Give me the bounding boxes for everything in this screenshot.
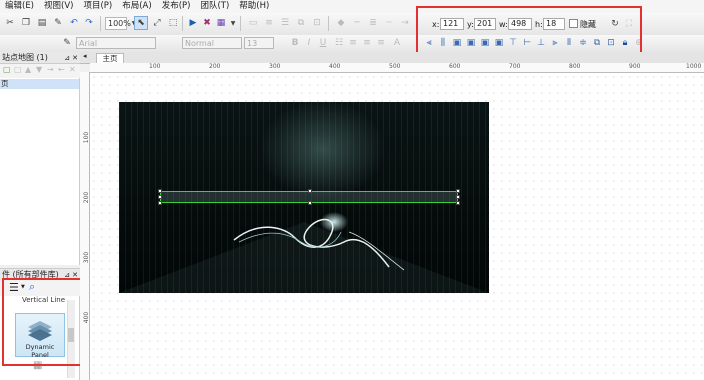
add-folder-icon[interactable]: ▢: [14, 65, 22, 74]
sitemap-tree: [0, 78, 80, 265]
sitemap-panel-header: 站点地图 (1) ⊿ ✕: [0, 52, 80, 64]
line-color-icon[interactable]: ─: [350, 16, 364, 30]
outdent-icon[interactable]: ←: [58, 65, 65, 74]
move-up-icon[interactable]: ▲: [25, 65, 31, 74]
menu-help[interactable]: 帮助(H): [234, 0, 274, 13]
font-style-select[interactable]: Normal: [182, 37, 242, 49]
resize-handle[interactable]: [158, 201, 162, 205]
line-width-icon[interactable]: ≣: [366, 16, 380, 30]
align-left-icon[interactable]: ≡: [262, 16, 276, 30]
move-down-icon[interactable]: ▼: [36, 65, 42, 74]
resize-handle[interactable]: [308, 201, 312, 205]
arrow-style-icon[interactable]: →: [398, 16, 412, 30]
page-label: 页: [1, 79, 9, 88]
delete-page-icon[interactable]: ✕: [69, 65, 76, 74]
cut-icon[interactable]: ✂: [3, 16, 17, 30]
close-icon[interactable]: ✕: [72, 52, 78, 64]
paste-icon[interactable]: ▤: [35, 16, 49, 30]
chevron-down-icon[interactable]: ▼: [226, 16, 240, 30]
style-editor-icon[interactable]: ✎: [60, 36, 74, 50]
menu-project[interactable]: 项目(P): [78, 0, 117, 13]
fill-color-icon[interactable]: ◆: [334, 16, 348, 30]
menu-team[interactable]: 团队(T): [195, 0, 234, 13]
resize-handle[interactable]: [456, 189, 460, 193]
copy-icon[interactable]: ❐: [19, 16, 33, 30]
tab-home[interactable]: 主页: [96, 53, 124, 63]
share-icon[interactable]: ✖: [200, 16, 214, 30]
menu-arrange[interactable]: 布局(A): [117, 0, 156, 13]
resize-handle[interactable]: [158, 189, 162, 193]
group-icon[interactable]: ⧉: [294, 16, 308, 30]
line-style-icon[interactable]: ┄: [382, 16, 396, 30]
layout-icon[interactable]: ▭: [246, 16, 260, 30]
preview-icon[interactable]: ▶: [186, 16, 200, 30]
crop-mode-icon[interactable]: ⬚: [166, 16, 180, 30]
font-family-select[interactable]: Arial: [76, 37, 156, 49]
left-ruler: 100 200 300 400: [80, 72, 90, 380]
sitemap-toolbar: ▢ ▢ ▲ ▼ → ← ✕: [0, 64, 80, 79]
menu-view[interactable]: 视图(V): [39, 0, 78, 13]
resize-handle[interactable]: [456, 195, 460, 199]
text-align-right-icon[interactable]: ≡: [374, 36, 388, 50]
add-page-icon[interactable]: ▢: [3, 65, 11, 74]
resize-handle[interactable]: [308, 189, 312, 193]
bullet-list-icon[interactable]: ☷: [332, 36, 346, 50]
menu-edit[interactable]: 编辑(E): [0, 0, 39, 13]
format-painter-icon[interactable]: ✎: [51, 16, 65, 30]
resize-handle[interactable]: [158, 195, 162, 199]
select-mode-icon[interactable]: ⬉: [134, 16, 148, 30]
ungroup-icon[interactable]: ⊡: [310, 16, 324, 30]
underline-button[interactable]: U: [316, 36, 330, 50]
indent-icon[interactable]: →: [47, 65, 54, 74]
sitemap-title: 站点地图 (1): [2, 53, 48, 62]
tab-scroll-icon[interactable]: ◂: [83, 52, 87, 60]
resize-handle[interactable]: [456, 201, 460, 205]
menu-publish[interactable]: 发布(P): [157, 0, 196, 13]
redo-icon[interactable]: ↷: [82, 16, 96, 30]
undo-icon[interactable]: ↶: [67, 16, 81, 30]
italic-button[interactable]: I: [302, 36, 316, 50]
font-color-icon[interactable]: A: [390, 36, 404, 50]
font-size-select[interactable]: 13: [244, 37, 274, 49]
distribute-icon[interactable]: ☰: [278, 16, 292, 30]
pin-icon[interactable]: ⊿: [64, 52, 70, 64]
zoom-select[interactable]: 100%: [105, 17, 131, 30]
connector-mode-icon[interactable]: ⤢: [150, 16, 164, 30]
bold-button[interactable]: B: [288, 36, 302, 50]
text-align-center-icon[interactable]: ≡: [360, 36, 374, 50]
sitemap-selected-page[interactable]: 页: [0, 79, 79, 89]
top-ruler: 100 200 300 400 500 600 700 800 900 1000: [90, 63, 704, 73]
text-align-left-icon[interactable]: ≡: [346, 36, 360, 50]
